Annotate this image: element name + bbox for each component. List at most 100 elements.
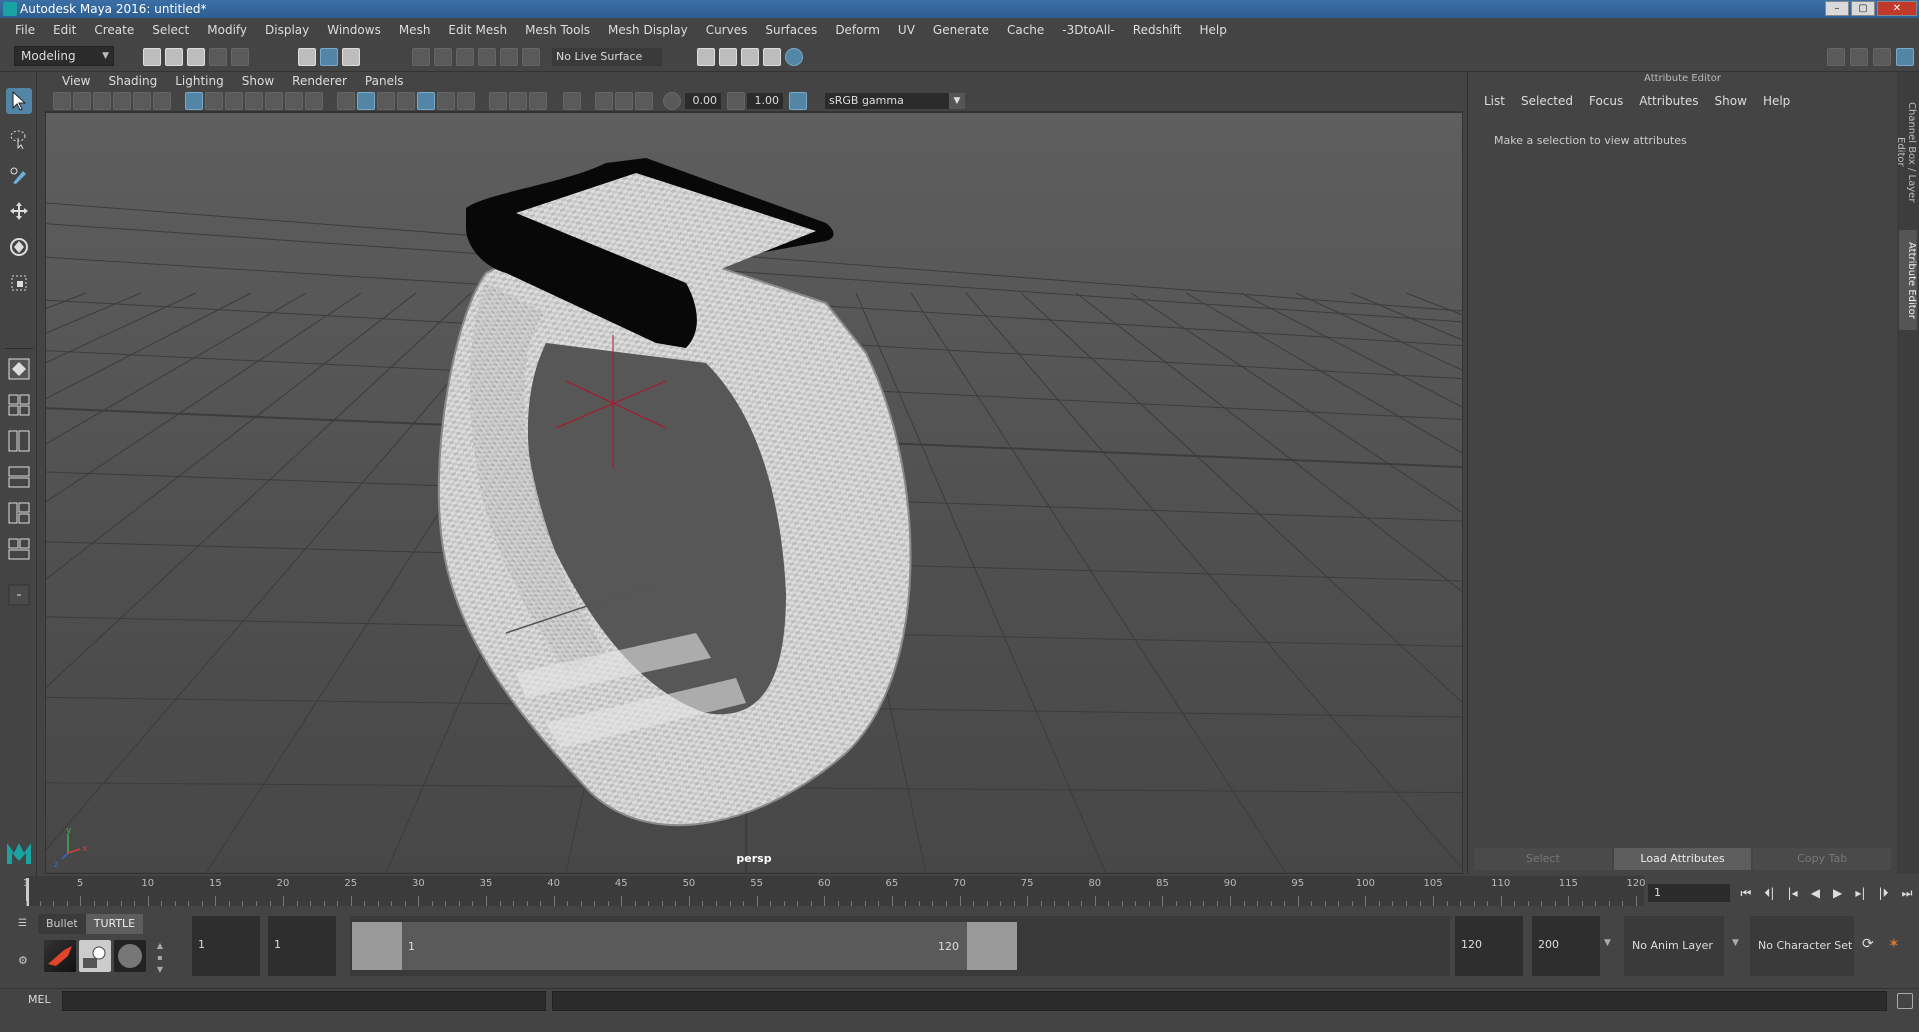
ae-menu-selected[interactable]: Selected: [1513, 94, 1581, 108]
ae-menu-attributes[interactable]: Attributes: [1631, 94, 1706, 108]
ipr-render-icon[interactable]: [741, 48, 759, 66]
script-language-label[interactable]: MEL: [28, 993, 51, 1006]
menu-cache[interactable]: Cache: [998, 23, 1053, 37]
toggle-attribute-editor-icon[interactable]: [1850, 48, 1868, 66]
persp-graph-layout-icon[interactable]: [6, 464, 32, 490]
menu-modify[interactable]: Modify: [198, 23, 256, 37]
snap-grid-icon[interactable]: [412, 48, 430, 66]
snap-surface-icon[interactable]: [522, 48, 540, 66]
safe-action-icon[interactable]: [285, 92, 303, 110]
shadows-icon[interactable]: [457, 92, 475, 110]
open-scene-icon[interactable]: [165, 48, 183, 66]
select-component-icon[interactable]: [342, 48, 360, 66]
scale-tool-icon[interactable]: [6, 270, 32, 296]
select-camera-icon[interactable]: [53, 92, 71, 110]
gamma-icon[interactable]: [727, 92, 745, 110]
menu-edit-mesh[interactable]: Edit Mesh: [439, 23, 516, 37]
render-view-icon[interactable]: [763, 48, 781, 66]
render-settings-icon[interactable]: [697, 48, 715, 66]
persp-outliner-layout-icon[interactable]: [6, 428, 32, 454]
snap-view-plane-icon[interactable]: [478, 48, 496, 66]
menu-windows[interactable]: Windows: [318, 23, 390, 37]
new-scene-icon[interactable]: [143, 48, 161, 66]
use-default-material-icon[interactable]: [377, 92, 395, 110]
paint-select-tool-icon[interactable]: [6, 162, 32, 188]
viewport-menu-view[interactable]: View: [53, 74, 99, 88]
shelf-menu-icon[interactable]: ☰: [18, 918, 32, 932]
toggle-modeling-toolkit-icon[interactable]: [1827, 48, 1845, 66]
screen-space-ao-icon[interactable]: [489, 92, 507, 110]
resolution-gate-icon[interactable]: [225, 92, 243, 110]
toggle-tool-settings-icon[interactable]: [1873, 48, 1891, 66]
toolbox-more-icon[interactable]: [6, 582, 32, 608]
redo-icon[interactable]: [231, 48, 249, 66]
command-input[interactable]: [62, 991, 546, 1011]
snap-live-icon[interactable]: [500, 48, 518, 66]
grease-pencil-icon[interactable]: [153, 92, 171, 110]
menu-select[interactable]: Select: [143, 23, 198, 37]
tab-attribute-editor[interactable]: Attribute Editor: [1899, 230, 1917, 330]
go-to-start-icon[interactable]: ⏮: [1741, 886, 1752, 901]
menu-surfaces[interactable]: Surfaces: [756, 23, 826, 37]
time-slider[interactable]: 1 5 10 15 20 25 30 35 40 45 50 55 60 65 70 75 80 85 90 95 10…: [23, 876, 1646, 906]
menu-edit[interactable]: Edit: [44, 23, 85, 37]
menu-display[interactable]: Display: [256, 23, 318, 37]
character-set-select[interactable]: No Character Set: [1750, 916, 1854, 976]
image-plane-icon[interactable]: [113, 92, 131, 110]
range-start-handle[interactable]: [352, 922, 402, 970]
menu-file[interactable]: File: [6, 23, 44, 37]
playback-end-field[interactable]: 120: [1455, 916, 1523, 976]
play-forwards-icon[interactable]: ▶: [1833, 886, 1842, 900]
live-surface-field[interactable]: No Live Surface: [552, 48, 662, 66]
viewport-menu-lighting[interactable]: Lighting: [166, 74, 233, 88]
viewport-menu-renderer[interactable]: Renderer: [283, 74, 356, 88]
toggle-channel-box-icon[interactable]: [1896, 48, 1914, 66]
bake-tool-icon[interactable]: [44, 940, 76, 972]
current-frame-field[interactable]: 1: [1648, 884, 1730, 902]
copy-tab-button[interactable]: Copy Tab: [1753, 848, 1892, 870]
auto-key-icon[interactable]: ⟳: [1862, 936, 1882, 956]
menu-3dtoall[interactable]: -3DtoAll-: [1053, 23, 1123, 37]
step-back-frame-icon[interactable]: ⏴|: [1764, 886, 1774, 901]
grid-toggle-icon[interactable]: [185, 92, 203, 110]
menu-uv[interactable]: UV: [889, 23, 924, 37]
safe-title-icon[interactable]: [305, 92, 323, 110]
menu-mesh-tools[interactable]: Mesh Tools: [516, 23, 599, 37]
script-editor-icon[interactable]: [1897, 993, 1913, 1009]
hypershade-layout-icon[interactable]: [6, 500, 32, 526]
menu-set-selector[interactable]: Modeling ▼: [14, 46, 114, 66]
menu-mesh-display[interactable]: Mesh Display: [599, 23, 697, 37]
load-attributes-button[interactable]: Load Attributes: [1613, 848, 1752, 870]
rotate-tool-icon[interactable]: [6, 234, 32, 260]
step-forward-frame-icon[interactable]: |⏵: [1878, 886, 1888, 901]
select-tool-icon[interactable]: [6, 88, 32, 114]
exposure-field[interactable]: 0.00: [685, 93, 721, 109]
undo-icon[interactable]: [209, 48, 227, 66]
xray-components-icon[interactable]: [635, 92, 653, 110]
go-to-end-icon[interactable]: ⏭: [1902, 886, 1913, 901]
chevron-down-icon[interactable]: ▼: [1604, 938, 1611, 948]
xray-joints-icon[interactable]: [615, 92, 633, 110]
snap-point-icon[interactable]: [456, 48, 474, 66]
save-scene-icon[interactable]: [187, 48, 205, 66]
ae-menu-show[interactable]: Show: [1707, 94, 1755, 108]
render-frame-icon[interactable]: [719, 48, 737, 66]
menu-redshift[interactable]: Redshift: [1124, 23, 1191, 37]
viewport-menu-show[interactable]: Show: [233, 74, 283, 88]
chevron-down-icon[interactable]: ▼: [1732, 938, 1739, 948]
animation-preferences-icon[interactable]: ✶: [1888, 936, 1908, 956]
move-tool-icon[interactable]: [6, 198, 32, 224]
perspective-viewport[interactable]: y x z persp: [45, 112, 1463, 874]
start-time-field[interactable]: 1: [192, 916, 260, 976]
menu-curves[interactable]: Curves: [697, 23, 757, 37]
viewport-menu-panels[interactable]: Panels: [356, 74, 413, 88]
menu-help[interactable]: Help: [1190, 23, 1235, 37]
select-object-icon[interactable]: [320, 48, 338, 66]
play-backwards-icon[interactable]: ◀: [1811, 886, 1820, 900]
use-all-lights-icon[interactable]: [437, 92, 455, 110]
shelf-scroll-icon[interactable]: ▲ ▪ ▼: [154, 940, 166, 976]
viewport-menu-shading[interactable]: Shading: [99, 74, 166, 88]
menu-create[interactable]: Create: [85, 23, 143, 37]
shelf-settings-icon[interactable]: ⚙: [18, 954, 32, 968]
tab-channel-box[interactable]: Channel Box / Layer Editor: [1895, 82, 1917, 222]
